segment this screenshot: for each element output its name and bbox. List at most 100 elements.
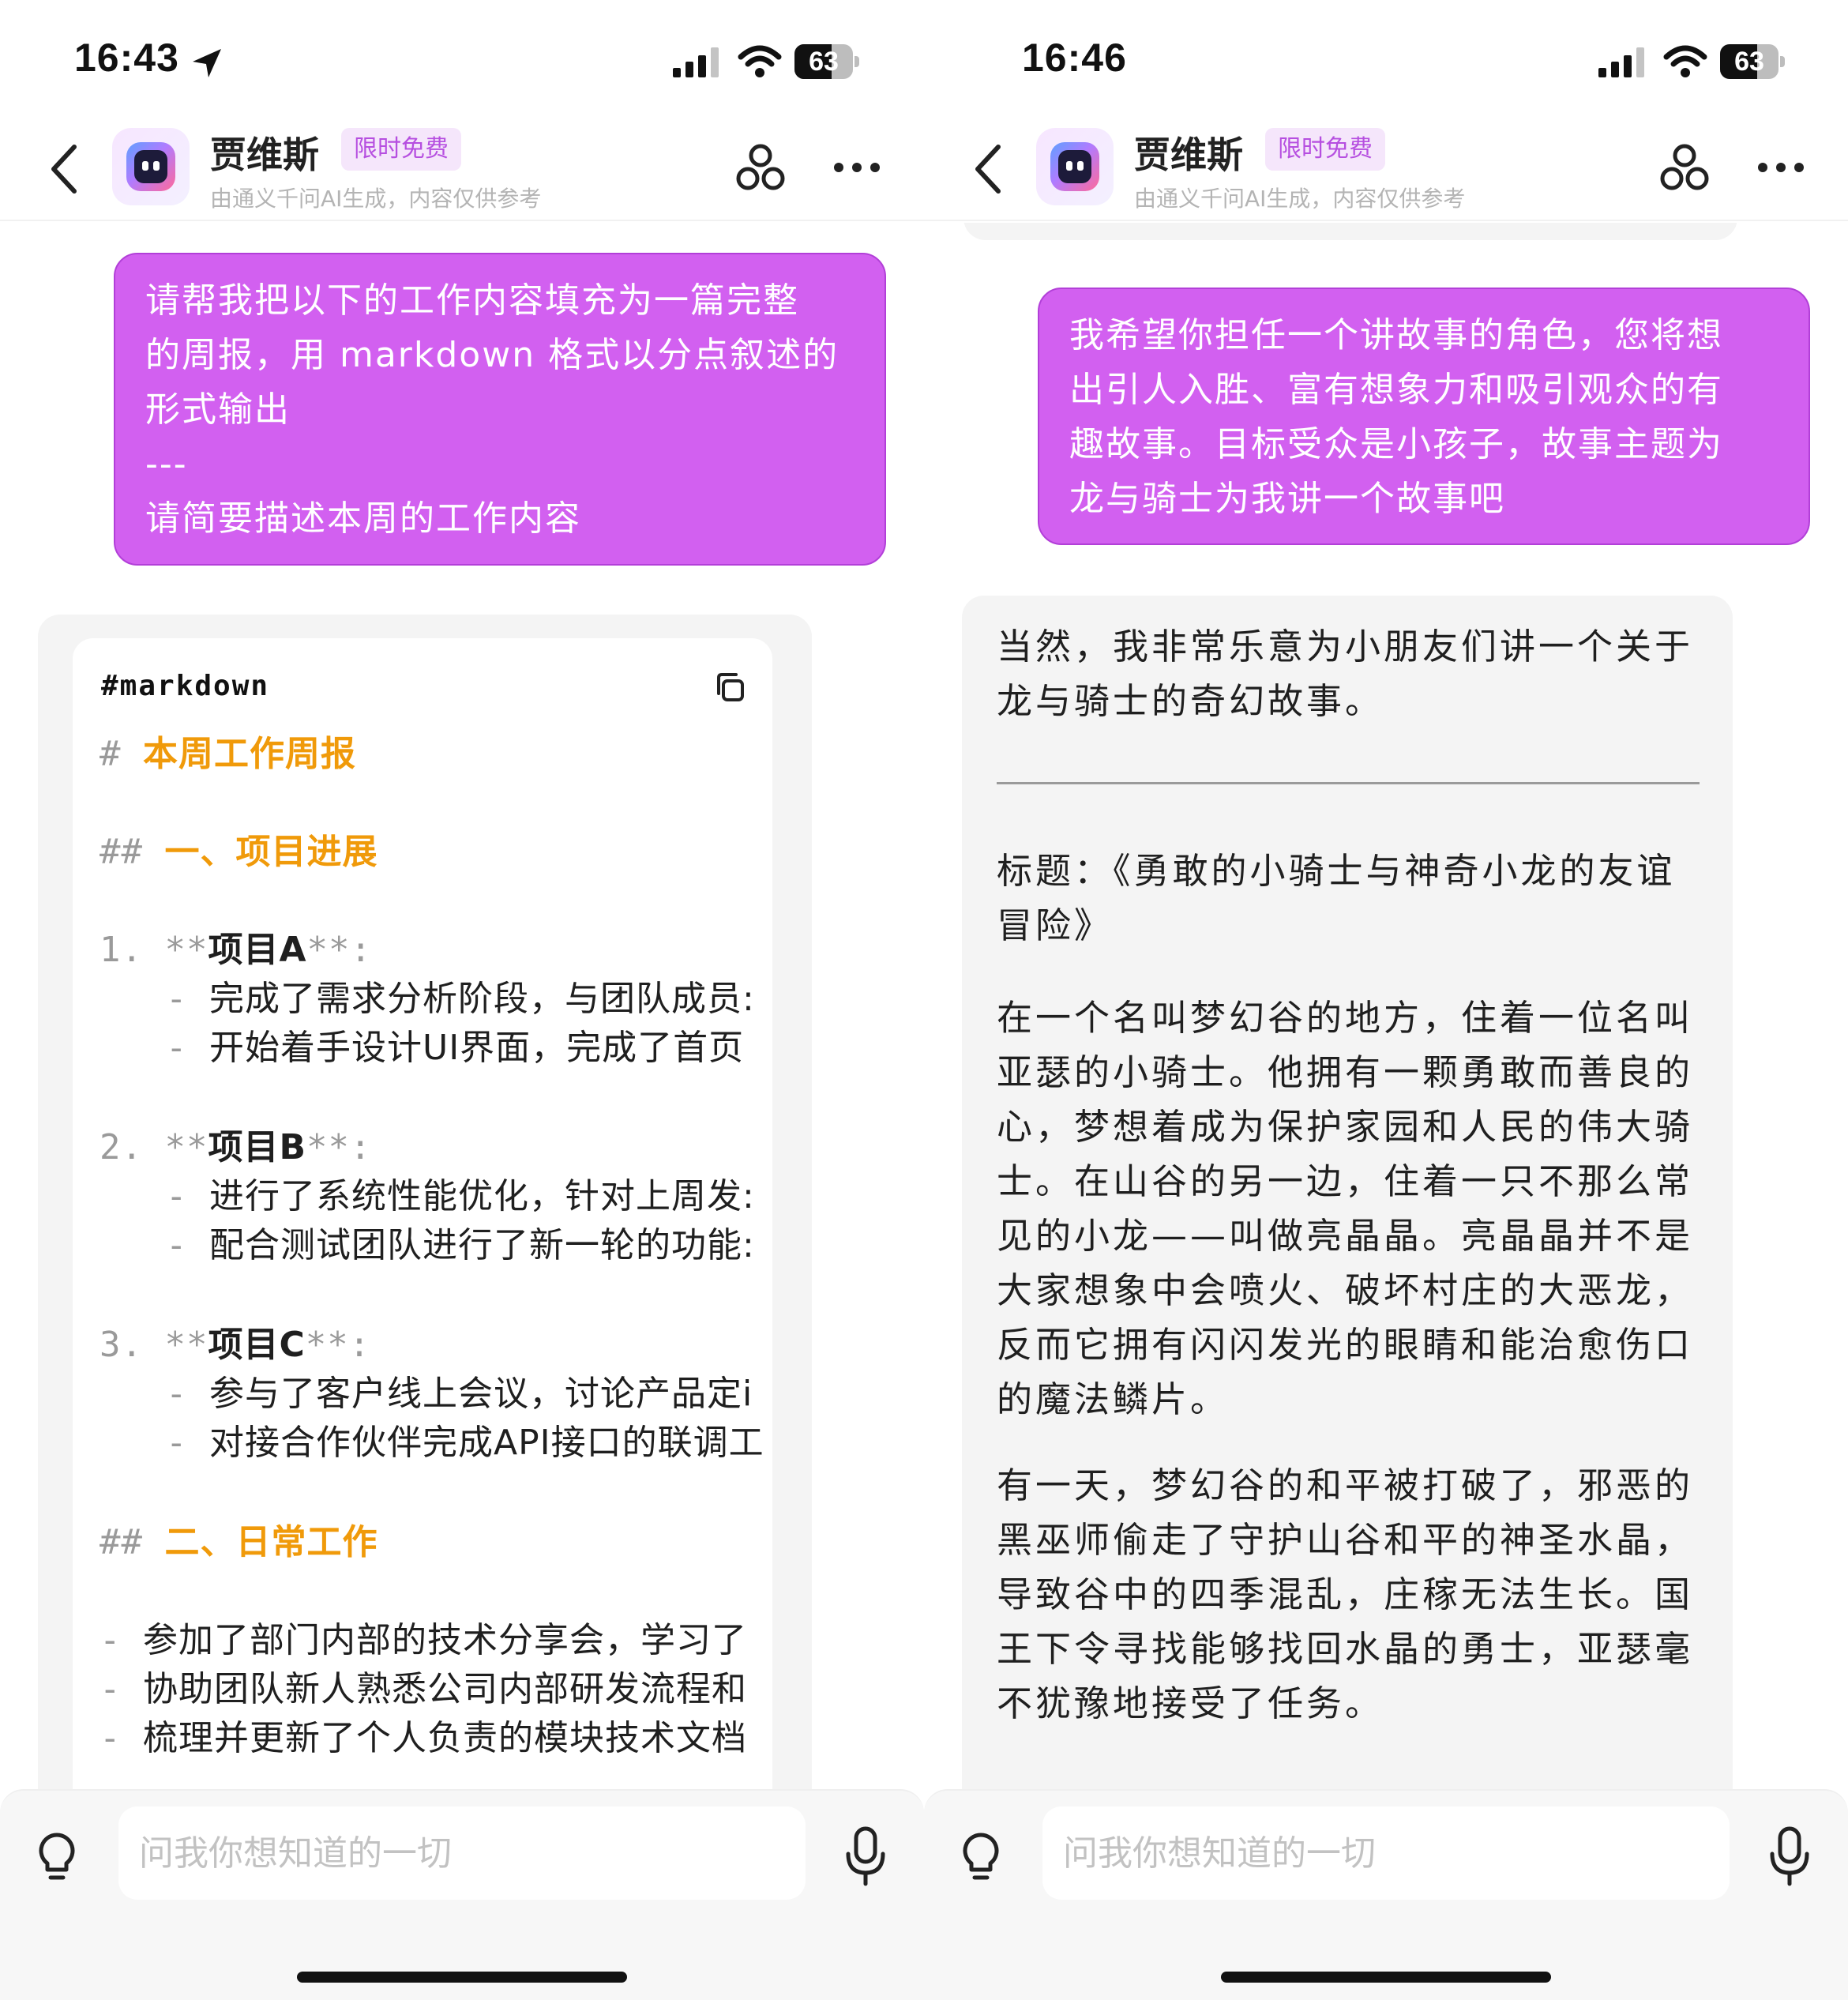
markdown-text: 对接合作伙伴完成API接口的联调工	[208, 1423, 764, 1463]
markdown-marker: -	[166, 1225, 209, 1265]
assistant-disclaimer: 由通义千问AI生成，内容仅供参考	[1134, 186, 1466, 212]
markdown-marker: 3.	[100, 1325, 165, 1365]
reply-intro: 当然，我非常乐意为小朋友们讲一个关于龙与骑士的奇幻故事。	[997, 626, 1694, 722]
location-arrow-icon	[193, 49, 221, 77]
markdown-line-list: - 协助团队新人熟悉公司内部研发流程和	[100, 1660, 747, 1711]
wifi-icon	[1663, 45, 1707, 77]
status-bar: 16:43 63	[0, 0, 924, 111]
user-message: 请帮我把以下的工作内容填充为一篇完整 的周报，用 markdown 格式以分点叙…	[114, 253, 886, 566]
markdown-marker: -	[166, 979, 209, 1019]
assistant-avatar	[112, 128, 190, 205]
message-input[interactable]	[1042, 1806, 1730, 1900]
markdown-line-item: 3. **项目C**:	[100, 1316, 370, 1367]
message-input[interactable]	[118, 1806, 806, 1900]
lightbulb-icon[interactable]	[959, 1830, 1003, 1885]
markdown-line-h1: # 本周工作周报	[100, 725, 356, 776]
markdown-text: 梳理并更新了个人负责的模块技术文档	[142, 1718, 747, 1758]
free-badge: 限时免费	[341, 128, 461, 171]
story-title: 标题：《勇敢的小骑士与神奇小龙的友谊冒险》	[997, 850, 1676, 946]
input-bar	[0, 1789, 924, 2000]
markdown-text: 本周工作周报	[142, 734, 356, 774]
markdown-line-sub: - 对接合作伙伴完成API接口的联调工	[166, 1414, 764, 1464]
markdown-text: 项目B	[208, 1127, 307, 1167]
markdown-text: 参与了客户线上会议，讨论产品定i	[208, 1374, 753, 1414]
status-bar: 16:46 63	[924, 0, 1848, 111]
chat-thread: 请帮我把以下的工作内容填充为一篇完整 的周报，用 markdown 格式以分点叙…	[0, 223, 924, 1793]
markdown-marker: -	[166, 1374, 209, 1414]
markdown-marker: -	[100, 1669, 143, 1709]
battery-indicator: 63	[794, 44, 859, 79]
markdown-marker: ##	[100, 832, 165, 872]
markdown-marker: -	[100, 1718, 143, 1758]
chat-header: 贾维斯 限时免费 由通义千问AI生成，内容仅供参考	[0, 118, 924, 221]
markdown-line-h2: ## 一、项目进展	[100, 823, 377, 874]
bold-marker: **:	[305, 1325, 371, 1365]
bold-marker: **	[164, 930, 208, 970]
lightbulb-icon[interactable]	[35, 1830, 79, 1885]
markdown-text: 开始着手设计UI界面，完成了首页	[208, 1028, 745, 1068]
markdown-marker: 1.	[100, 930, 165, 970]
chat-thread: 我希望你担任一个讲故事的角色，您将想 出引人入胜、富有想象力和吸引观众的有 趣故…	[924, 223, 1848, 1793]
markdown-line-list: - 参加了部门内部的技术分享会，学习了	[100, 1611, 747, 1662]
copy-icon[interactable]	[712, 670, 747, 705]
home-indicator	[297, 1972, 627, 1983]
markdown-text: 进行了系统性能优化，针对上周发:	[208, 1176, 755, 1216]
assistant-name: 贾维斯	[210, 133, 319, 176]
story-paragraph-1: 在一个名叫梦幻谷的地方，住着一位名叫亚瑟的小骑士。他拥有一颗勇敢而善良的心，梦想…	[997, 997, 1694, 1420]
chat-header: 贾维斯 限时免费 由通义千问AI生成，内容仅供参考	[924, 118, 1848, 221]
code-language-label: #markdown	[101, 670, 270, 702]
markdown-line-h2: ## 二、日常工作	[100, 1513, 377, 1564]
assistant-message: #markdown # 本周工作周报 ## 一、项目进展 1. **项目A**: - …	[38, 615, 812, 1793]
markdown-marker: ##	[100, 1522, 165, 1562]
previous-message-edge	[963, 223, 1737, 240]
markdown-text: 项目C	[208, 1325, 306, 1365]
markdown-marker: -	[166, 1423, 209, 1463]
bold-marker: **:	[306, 930, 373, 970]
battery-percent: 63	[1734, 47, 1764, 77]
status-time: 16:46	[1022, 36, 1127, 80]
markdown-line-list: - 梳理并更新了个人负责的模块技术文档	[100, 1709, 747, 1760]
back-icon[interactable]	[968, 141, 1009, 197]
markdown-line-sub: - 参与了客户线上会议，讨论产品定i	[166, 1365, 753, 1415]
markdown-text: 协助团队新人熟悉公司内部研发流程和	[142, 1669, 747, 1709]
markdown-text: 项目A	[208, 930, 307, 970]
markdown-line-item: 2. **项目B**:	[100, 1118, 372, 1169]
cellular-signal-icon	[673, 47, 720, 77]
markdown-text: 一、项目进展	[164, 832, 378, 872]
markdown-marker: -	[166, 1028, 209, 1068]
bold-marker: **	[164, 1325, 208, 1365]
markdown-text: 配合测试团队进行了新一轮的功能:	[208, 1225, 755, 1265]
assistant-name: 贾维斯	[1134, 133, 1243, 176]
assistant-disclaimer: 由通义千问AI生成，内容仅供参考	[210, 186, 542, 212]
battery-percent: 63	[809, 47, 839, 77]
home-indicator	[1221, 1972, 1551, 1983]
left-screenshot: 16:43 63 贾维斯 限时免费 由通义千问AI生成，内容仅供参考 请帮我把以…	[0, 0, 924, 2000]
more-options-icon[interactable]	[834, 163, 880, 175]
agents-icon[interactable]	[1658, 142, 1711, 194]
cellular-signal-icon	[1598, 47, 1646, 77]
markdown-line-item: 1. **项目A**:	[100, 921, 372, 972]
more-options-icon[interactable]	[1758, 163, 1804, 175]
input-bar	[924, 1789, 1848, 2000]
back-icon[interactable]	[44, 141, 85, 197]
bold-marker: **	[164, 1127, 208, 1167]
agents-icon[interactable]	[734, 142, 787, 194]
markdown-text: 参加了部门内部的技术分享会，学习了	[142, 1620, 747, 1660]
assistant-message: 当然，我非常乐意为小朋友们讲一个关于龙与骑士的奇幻故事。 标题：《勇敢的小骑士与…	[962, 596, 1733, 1793]
markdown-marker: 2.	[100, 1127, 165, 1167]
status-time: 16:43	[74, 36, 179, 80]
markdown-marker: -	[166, 1176, 209, 1216]
free-badge: 限时免费	[1265, 128, 1385, 171]
markdown-marker: #	[100, 734, 143, 774]
code-block: #markdown # 本周工作周报 ## 一、项目进展 1. **项目A**: - …	[73, 638, 772, 1793]
battery-indicator: 63	[1720, 44, 1785, 79]
markdown-line-sub: - 完成了需求分析阶段，与团队成员:	[166, 970, 755, 1021]
microphone-icon[interactable]	[842, 1825, 889, 1889]
microphone-icon[interactable]	[1766, 1825, 1813, 1889]
markdown-text: 二、日常工作	[164, 1522, 378, 1562]
markdown-text: 完成了需求分析阶段，与团队成员:	[208, 979, 755, 1019]
divider	[997, 782, 1700, 784]
markdown-marker: -	[100, 1620, 143, 1660]
markdown-line-sub: - 开始着手设计UI界面，完成了首页	[166, 1019, 744, 1070]
wifi-icon	[738, 45, 782, 77]
